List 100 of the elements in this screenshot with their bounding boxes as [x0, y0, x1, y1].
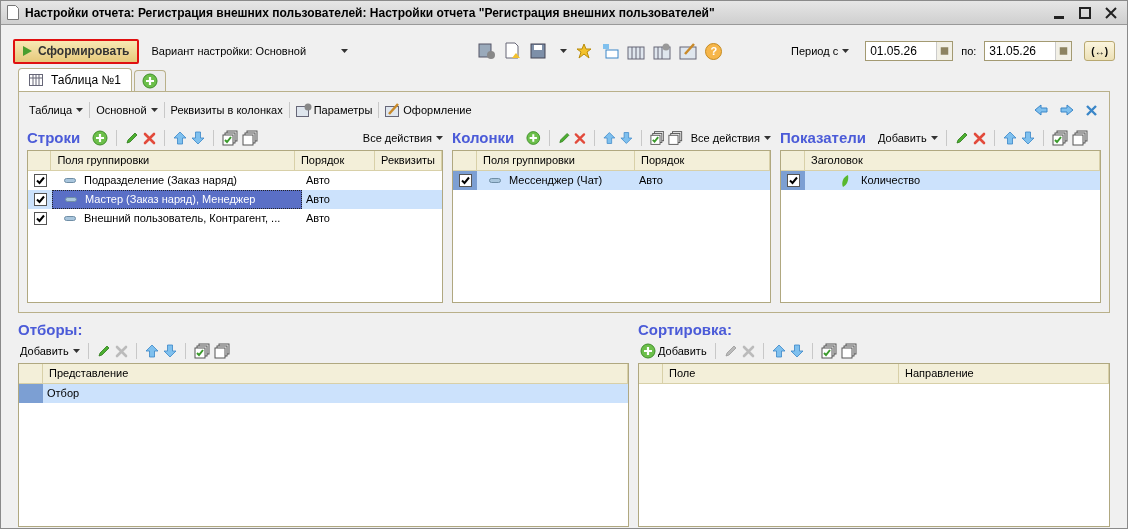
table-cell-text: Авто: [306, 173, 330, 189]
caret-icon: [150, 108, 158, 112]
column-header[interactable]: Поля группировки: [477, 151, 635, 170]
table-cell-text: Мессенджер (Чат): [509, 173, 603, 189]
table-cell-text: Авто: [306, 192, 330, 208]
move-down-icon[interactable]: [789, 344, 804, 358]
caret-icon: [763, 136, 771, 140]
generate-button[interactable]: Сформировать: [13, 38, 140, 64]
uncheck-all-icon[interactable]: [840, 343, 857, 359]
calendar-icon[interactable]: [1055, 42, 1072, 60]
check-all-icon[interactable]: [1051, 130, 1068, 146]
move-down-icon[interactable]: [162, 344, 177, 358]
caret-icon: [76, 108, 84, 112]
column-header[interactable]: Направление: [899, 364, 1109, 383]
add-tab-button[interactable]: [133, 70, 166, 91]
table-settings-icon[interactable]: [653, 42, 672, 60]
toolbar-button[interactable]: Реквизиты в колонках: [168, 101, 285, 119]
pencil-icon[interactable]: [954, 131, 969, 145]
add-icon[interactable]: [640, 343, 656, 359]
date-to-field[interactable]: 31.05.26: [984, 41, 1073, 61]
table-cell-text: Подразделение (Заказ наряд): [84, 173, 237, 189]
back-icon[interactable]: [1034, 104, 1048, 116]
document-arrow-icon[interactable]: [504, 42, 523, 60]
period-button[interactable]: (↔): [1084, 41, 1115, 61]
table-row[interactable]: Мессенджер (Чат) Авто: [453, 171, 770, 190]
section-title: Сортировка:: [638, 319, 732, 340]
add-button[interactable]: Добавить: [878, 129, 938, 147]
move-up-icon[interactable]: [1002, 131, 1017, 145]
tab[interactable]: Таблица №1: [18, 68, 132, 91]
delete-icon[interactable]: [972, 131, 986, 145]
table-row[interactable]: Отбор: [19, 384, 628, 403]
add-icon[interactable]: [141, 73, 158, 89]
period-dropdown[interactable]: Период с: [791, 42, 850, 60]
move-up-icon[interactable]: [144, 344, 159, 358]
toolbar-button[interactable]: Основной: [94, 101, 160, 119]
variant-dropdown[interactable]: Вариант настройки: Основной: [147, 42, 353, 60]
move-down-icon[interactable]: [191, 131, 206, 145]
field-icon: [489, 178, 501, 183]
checkbox[interactable]: [33, 174, 47, 187]
move-up-icon[interactable]: [771, 344, 786, 358]
toolbar-button[interactable]: Параметры: [293, 101, 375, 119]
caret-icon: [930, 136, 938, 140]
add-icon[interactable]: [526, 130, 541, 146]
pencil-icon[interactable]: [125, 131, 140, 145]
save-settings-icon[interactable]: [478, 42, 497, 60]
uncheck-all-icon[interactable]: [1071, 130, 1088, 146]
all-actions-button[interactable]: Все действия: [690, 129, 771, 147]
column-header[interactable]: Порядок: [294, 151, 376, 170]
check-all-icon[interactable]: [222, 130, 239, 146]
caret-icon: [341, 49, 349, 53]
add-button[interactable]: Добавить: [20, 342, 80, 360]
table-row[interactable]: Количество: [781, 171, 1100, 190]
checkbox[interactable]: [458, 174, 472, 187]
section-title: Строки: [27, 127, 81, 148]
table-brush-icon: [385, 103, 402, 117]
pencil-icon[interactable]: [96, 344, 111, 358]
uncheck-all-icon[interactable]: [242, 130, 259, 146]
table-row[interactable]: Мастер (Заказ наряд), Менеджер Авто: [28, 190, 442, 209]
move-down-icon[interactable]: [619, 131, 633, 145]
add-button[interactable]: Добавить: [640, 342, 707, 360]
calendar-icon[interactable]: [936, 42, 953, 60]
toolbar-button[interactable]: Таблица: [27, 101, 86, 119]
table-icon: [29, 74, 43, 86]
floppy-icon[interactable]: [530, 42, 549, 60]
delete-icon[interactable]: [143, 131, 157, 145]
checkbox[interactable]: [33, 212, 47, 225]
table-cell-text: Отбор: [47, 386, 80, 402]
close-icon[interactable]: [1086, 104, 1097, 116]
field-icon: [65, 197, 77, 202]
checkbox[interactable]: [33, 193, 47, 206]
table-cell-text: Авто: [639, 173, 663, 189]
all-actions-button[interactable]: Все действия: [362, 129, 443, 147]
delete-icon[interactable]: [574, 131, 587, 145]
caret-icon: [560, 49, 568, 53]
star-icon[interactable]: [575, 42, 594, 60]
forward-icon[interactable]: [1060, 104, 1074, 116]
column-header[interactable]: Поле: [663, 364, 899, 383]
toolbar-button[interactable]: Оформление: [383, 101, 474, 119]
pencil-icon[interactable]: [557, 131, 571, 145]
document-icon: [7, 5, 19, 20]
checkbox[interactable]: [786, 174, 800, 187]
table-cell-text: Авто: [306, 211, 330, 227]
move-up-icon[interactable]: [603, 131, 616, 145]
column-header[interactable]: Поля группировки: [51, 151, 295, 170]
column-header[interactable]: Порядок: [635, 151, 770, 170]
date-from-field[interactable]: 01.05.26: [865, 41, 954, 61]
check-all-icon[interactable]: [820, 343, 837, 359]
move-down-icon[interactable]: [1020, 131, 1035, 145]
field-icon: [64, 216, 76, 221]
caret-icon: [72, 349, 80, 353]
pencil-icon[interactable]: [723, 344, 738, 358]
column-header[interactable]: Реквизиты: [375, 151, 442, 170]
check-all-icon[interactable]: [193, 343, 210, 359]
move-up-icon[interactable]: [173, 131, 188, 145]
check-all-icon[interactable]: [649, 130, 665, 146]
uncheck-all-icon[interactable]: [213, 343, 230, 359]
caret-icon: [842, 49, 850, 53]
uncheck-all-icon[interactable]: [668, 130, 683, 146]
add-icon[interactable]: [92, 130, 109, 146]
table-brush-icon[interactable]: [679, 42, 698, 60]
